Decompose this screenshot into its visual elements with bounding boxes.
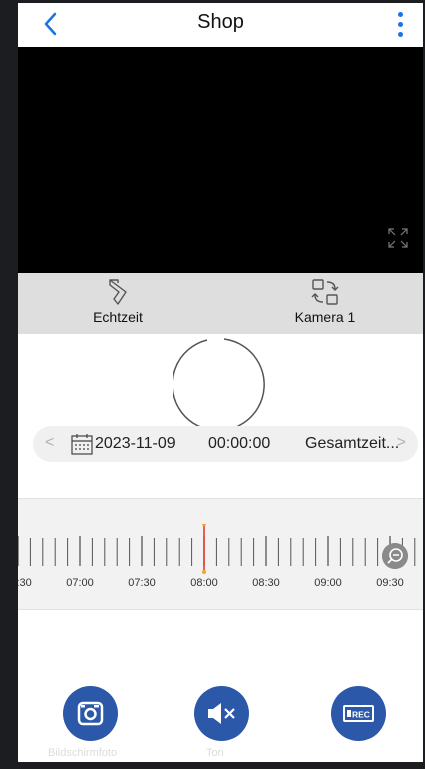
timeline-ruler[interactable]: 06:30 07:00 07:30 08:00 08:30 09:00 09:30 xyxy=(18,524,423,592)
timeline-label: 09:30 xyxy=(376,577,404,589)
timeline-label: 08:30 xyxy=(252,577,280,589)
zoom-out-icon[interactable] xyxy=(382,543,408,569)
video-player[interactable] xyxy=(18,47,423,273)
timeline[interactable]: 06:30 07:00 07:30 08:00 08:30 09:00 09:30 xyxy=(18,498,423,610)
calendar-icon[interactable] xyxy=(70,432,94,456)
camera-icon xyxy=(77,701,104,726)
date-value[interactable]: 2023-11-09 xyxy=(95,435,176,453)
timeline-label: 08:00 xyxy=(190,577,218,589)
camera-switch-icon xyxy=(311,279,339,305)
camera-label: Kamera 1 xyxy=(294,309,356,325)
record-button[interactable]: REC xyxy=(331,686,386,741)
audio-label: Ton xyxy=(206,747,224,759)
time-value: 00:00:00 xyxy=(208,435,271,452)
speaker-muted-icon xyxy=(208,703,235,724)
playback-cursor-cap xyxy=(202,524,206,526)
snapshot-button[interactable] xyxy=(63,686,118,741)
playback-cursor-cap xyxy=(202,570,206,574)
record-icon: REC xyxy=(343,705,374,722)
audio-toggle-button[interactable] xyxy=(194,686,249,741)
fullscreen-icon[interactable] xyxy=(387,227,409,249)
date-time-bar: < 2023-11-09 00:00:00 Gesamtzeit... > xyxy=(33,426,418,462)
loading-spinner xyxy=(173,338,265,432)
app-screen: Shop Echtzeit Kamera 1 < 2023-11-09 00:0… xyxy=(18,3,423,762)
live-button[interactable]: Echtzeit xyxy=(78,277,158,333)
record-text: REC xyxy=(352,710,370,720)
live-return-icon xyxy=(109,279,127,305)
more-options-icon[interactable] xyxy=(393,9,407,39)
playback-controls-bar: Echtzeit Kamera 1 xyxy=(18,273,423,334)
live-label: Echtzeit xyxy=(93,309,143,325)
header: Shop xyxy=(18,3,423,47)
timeline-label: 07:00 xyxy=(66,577,94,589)
previous-day-button[interactable]: < xyxy=(45,434,54,452)
timeline-label: 06:30 xyxy=(18,577,32,589)
timeline-label: 09:00 xyxy=(314,577,342,589)
total-time-label: Gesamtzeit... xyxy=(305,435,400,452)
camera-switch-button[interactable]: Kamera 1 xyxy=(280,277,370,333)
snapshot-label: Bildschirmfoto xyxy=(48,747,118,759)
timeline-label: 07:30 xyxy=(128,577,156,589)
page-title: Shop xyxy=(197,11,244,33)
next-day-button[interactable]: > xyxy=(397,434,406,452)
